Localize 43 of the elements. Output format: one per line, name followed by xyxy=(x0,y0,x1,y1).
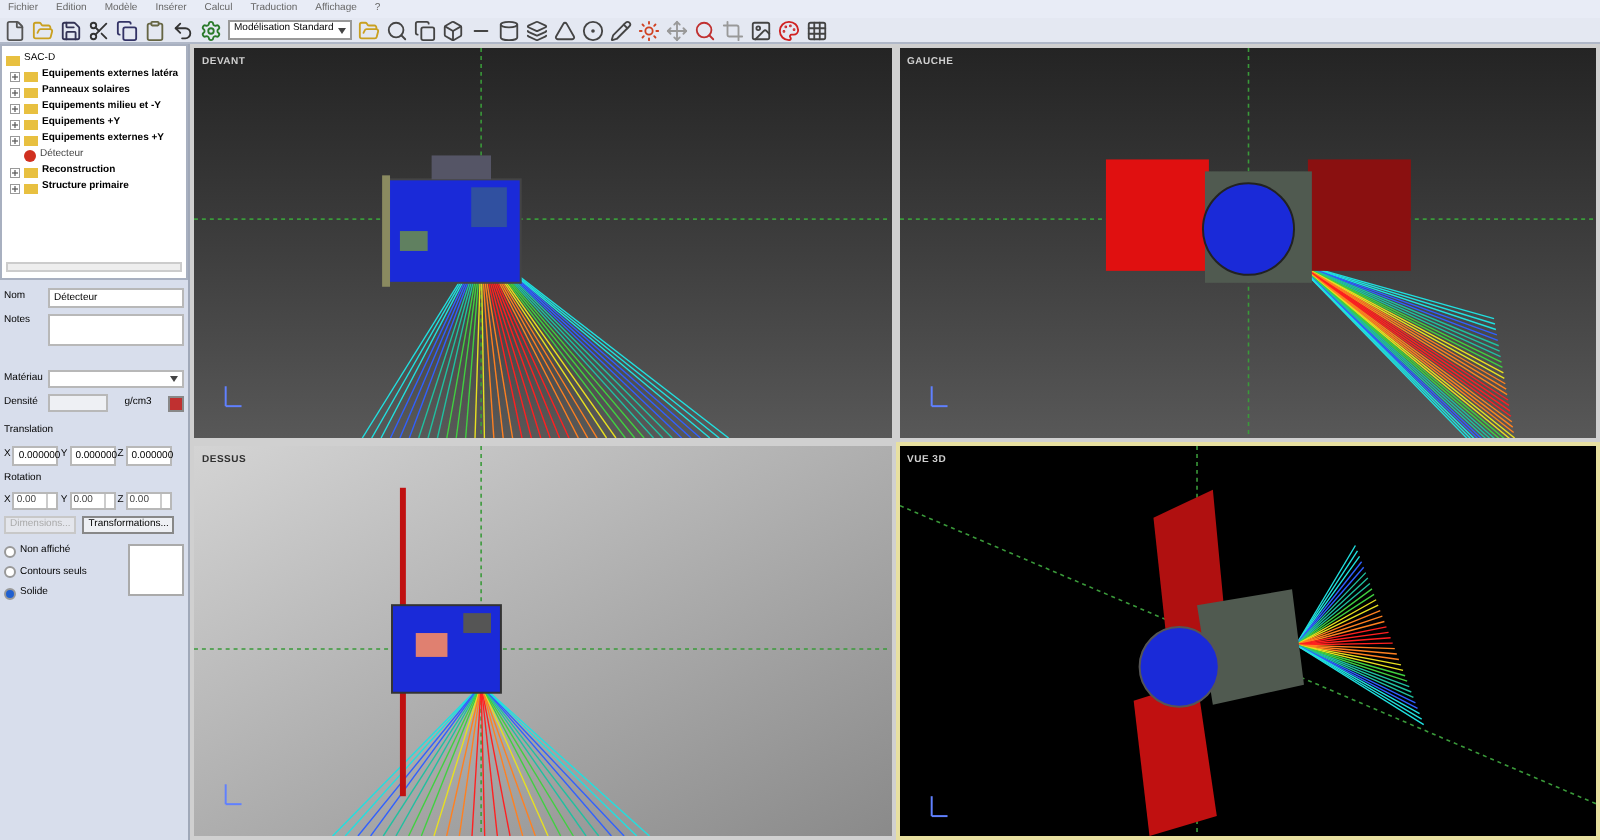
satellite-drawing xyxy=(382,155,522,287)
radio-button[interactable] xyxy=(4,545,16,558)
pencil-icon[interactable] xyxy=(610,19,632,41)
layers-icon[interactable] xyxy=(526,19,548,41)
cube-icon[interactable] xyxy=(442,19,464,41)
color-swatch[interactable] xyxy=(128,544,184,596)
radio-button[interactable] xyxy=(4,587,16,600)
plus-icon[interactable] xyxy=(10,103,20,113)
settings-icon[interactable] xyxy=(200,19,222,41)
palette-icon[interactable] xyxy=(778,19,800,41)
plus-icon[interactable] xyxy=(10,167,20,177)
copy-icon[interactable] xyxy=(116,19,138,41)
plus-icon[interactable] xyxy=(10,135,20,145)
axes-icon xyxy=(929,385,948,408)
search-icon[interactable] xyxy=(386,19,408,41)
density-field[interactable] xyxy=(48,394,108,412)
radio-button[interactable] xyxy=(4,566,16,579)
caret-icon xyxy=(338,27,346,33)
cone-icon[interactable] xyxy=(554,19,576,41)
axes-icon xyxy=(224,385,243,408)
cylinder-icon[interactable] xyxy=(498,19,520,41)
image-icon[interactable] xyxy=(750,19,772,41)
notes-field[interactable] xyxy=(48,314,184,346)
save-icon[interactable] xyxy=(60,19,82,41)
zoom-icon[interactable] xyxy=(694,19,716,41)
scrollbar[interactable] xyxy=(6,262,182,272)
axes-icon xyxy=(929,795,948,818)
cube-icon[interactable] xyxy=(168,395,184,411)
plus-icon[interactable] xyxy=(10,119,20,129)
plus-icon[interactable] xyxy=(10,87,20,97)
copy-icon[interactable] xyxy=(414,19,436,41)
clipboard-icon[interactable] xyxy=(144,19,166,41)
undo-icon[interactable] xyxy=(172,19,194,41)
sun-icon[interactable] xyxy=(638,19,660,41)
part-icon xyxy=(24,150,36,162)
axes-icon xyxy=(224,783,243,806)
caret-icon xyxy=(170,376,178,382)
file-icon[interactable] xyxy=(4,19,26,41)
grid-icon[interactable] xyxy=(806,19,828,41)
plus-icon[interactable] xyxy=(10,183,20,193)
sphere-icon[interactable] xyxy=(582,19,604,41)
scissors-icon[interactable] xyxy=(88,19,110,41)
plus-icon[interactable] xyxy=(10,71,20,81)
